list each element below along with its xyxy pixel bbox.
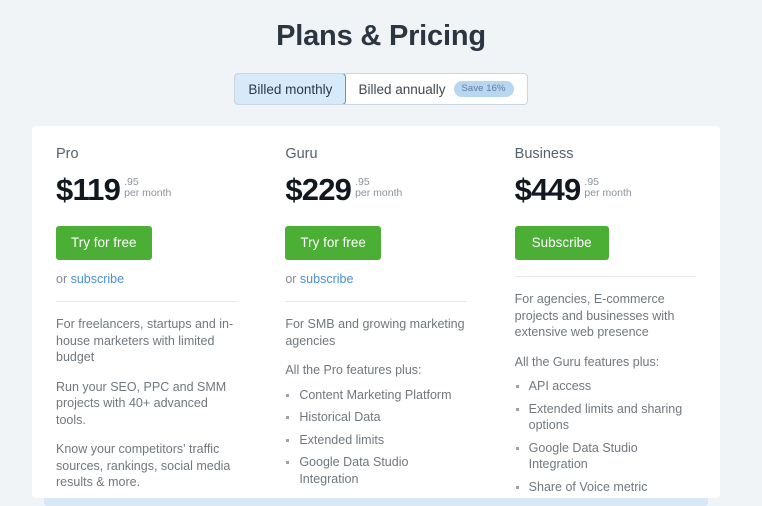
- toggle-option-annually-label: Billed annually: [358, 81, 446, 97]
- card-bottom-bar: [44, 498, 708, 506]
- plan-cta-business[interactable]: Subscribe: [514, 226, 609, 260]
- plan-column-pro: Pro $119 .95 per month Try for free or s…: [32, 126, 261, 506]
- list-item: Google Data Studio Integration: [515, 440, 696, 473]
- plan-or-subscribe-pro: or subscribe: [56, 272, 237, 286]
- plan-blurb: For freelancers, startups and in-house m…: [56, 317, 234, 364]
- plan-or-subscribe-guru: or subscribe: [285, 272, 466, 286]
- plan-price-period-business: per month: [584, 187, 632, 199]
- list-item: Google Data Studio Integration: [285, 454, 466, 487]
- plan-name-pro: Pro: [56, 146, 79, 162]
- plan-subscribe-link-guru[interactable]: subscribe: [300, 272, 354, 286]
- list-item: Historical Data: [285, 409, 466, 426]
- plan-name-business: Business: [514, 146, 574, 162]
- list-item: Share of Voice metric: [515, 479, 696, 496]
- list-item: API access: [515, 378, 696, 395]
- plan-or-prefix-pro: or: [56, 272, 71, 286]
- billing-toggle-wrapper: Billed monthly Billed annually Save 16%: [0, 73, 762, 105]
- save-badge: Save 16%: [453, 81, 514, 97]
- plan-price-detail-pro: .95 per month: [124, 174, 171, 199]
- page-title: Plans & Pricing: [276, 20, 486, 52]
- plan-price-amount-business: $449: [514, 172, 582, 207]
- plan-column-guru: Guru $229 .95 per month Try for free or …: [261, 126, 490, 506]
- plan-divider-business: [514, 276, 696, 277]
- plan-price-business: $449 .95 per month: [515, 174, 696, 208]
- list-item: Extended limits: [285, 432, 466, 449]
- plan-blurb: For agencies, E-commerce projects and bu…: [514, 292, 675, 339]
- list-item: Content Marketing Platform: [285, 387, 466, 404]
- plan-price-guru: $229 .95 per month: [285, 174, 466, 208]
- plan-divider-guru: [285, 301, 467, 302]
- plan-price-amount-pro: $119: [56, 172, 121, 207]
- toggle-option-annually[interactable]: Billed annually Save 16%: [345, 74, 526, 104]
- plan-subscribe-link-pro[interactable]: subscribe: [71, 272, 125, 286]
- plan-price-detail-business: .95 per month: [584, 174, 631, 199]
- plan-features-list-business: API access Extended limits and sharing o…: [515, 378, 696, 495]
- pricing-card: Pro $119 .95 per month Try for free or s…: [32, 126, 720, 506]
- billing-toggle[interactable]: Billed monthly Billed annually Save 16%: [234, 73, 528, 105]
- plan-features-heading-business: All the Guru features plus:: [514, 354, 660, 369]
- list-item: Extended limits and sharing options: [515, 401, 696, 434]
- plan-divider-pro: [56, 301, 238, 302]
- plan-features-list-guru: Content Marketing Platform Historical Da…: [285, 387, 466, 488]
- plan-price-pro: $119 .95 per month: [56, 174, 237, 208]
- plan-price-detail-guru: .95 per month: [355, 174, 402, 199]
- plan-price-period-guru: per month: [355, 187, 403, 199]
- plan-blurb: For SMB and growing marketing agencies: [285, 317, 465, 348]
- toggle-option-monthly[interactable]: Billed monthly: [235, 74, 347, 104]
- plan-name-guru: Guru: [285, 146, 318, 162]
- plan-price-period-pro: per month: [124, 187, 172, 199]
- plan-cta-pro[interactable]: Try for free: [56, 226, 152, 260]
- plan-cta-guru[interactable]: Try for free: [285, 226, 381, 260]
- plan-price-amount-guru: $229: [285, 172, 352, 207]
- plan-or-prefix-guru: or: [285, 272, 300, 286]
- plan-column-business: Business $449 .95 per month Subscribe Fo…: [491, 126, 720, 498]
- toggle-option-monthly-label: Billed monthly: [248, 81, 333, 97]
- plan-features-heading-guru: All the Pro features plus:: [285, 363, 422, 377]
- plan-blurb: Run your SEO, PPC and SMM projects with …: [56, 379, 227, 427]
- plan-blurb: Know your competitors' traffic sources, …: [56, 442, 231, 489]
